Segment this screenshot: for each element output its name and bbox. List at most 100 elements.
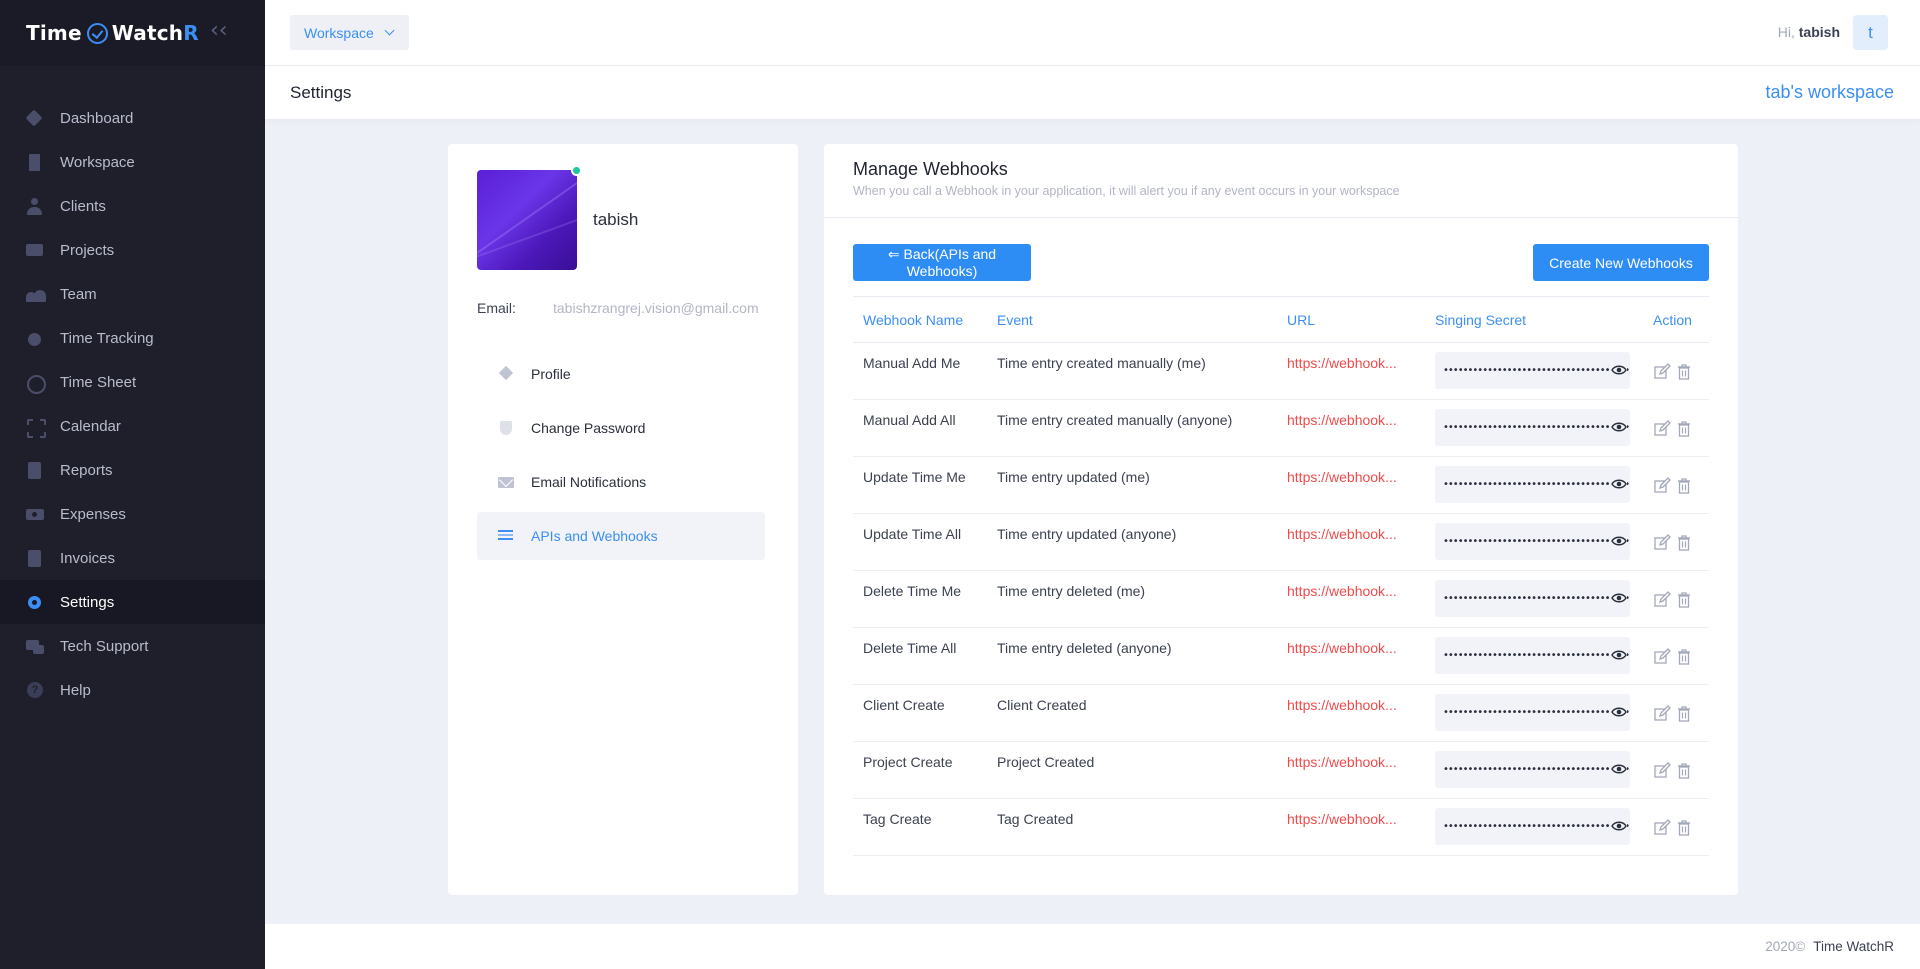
sidebar-item-settings[interactable]: Settings — [0, 580, 265, 624]
logo-clock-icon — [86, 22, 108, 44]
profile-avatar[interactable] — [477, 170, 577, 270]
edit-icon[interactable] — [1653, 648, 1671, 666]
column-header[interactable]: Webhook Name — [853, 296, 987, 343]
webhook-url[interactable]: https://webhook... — [1277, 513, 1425, 571]
webhook-event: Project Created — [987, 741, 1277, 799]
sidebar-item-tech-support[interactable]: Tech Support — [0, 624, 265, 668]
sidebar-item-label: Help — [60, 681, 91, 699]
calendar-icon — [26, 418, 46, 438]
menu-item-label: Email Notifications — [531, 474, 647, 490]
eye-icon[interactable] — [1611, 364, 1627, 376]
trash-icon[interactable] — [1675, 363, 1693, 381]
trash-icon[interactable] — [1675, 534, 1693, 552]
edit-icon[interactable] — [1653, 363, 1671, 381]
settings-menu-email-notifications[interactable]: Email Notifications — [477, 458, 765, 506]
edit-icon[interactable] — [1653, 420, 1671, 438]
collapse-sidebar-icon[interactable]: ‹‹ — [210, 20, 232, 44]
webhook-actions — [1643, 798, 1709, 856]
webhook-event: Time entry created manually (anyone) — [987, 399, 1277, 457]
trash-icon[interactable] — [1675, 819, 1693, 837]
eye-icon[interactable] — [1611, 820, 1627, 832]
edit-icon[interactable] — [1653, 477, 1671, 495]
webhook-name: Delete Time All — [853, 627, 987, 685]
webhook-secret-cell: •••••••••••••••••••••••••••••••••••••••• — [1425, 570, 1643, 628]
back-button[interactable]: ⇐ Back(APIs and Webhooks) — [853, 244, 1031, 281]
sidebar-item-dashboard[interactable]: Dashboard — [0, 96, 265, 140]
create-webhook-button[interactable]: Create New Webhooks — [1533, 244, 1709, 281]
sidebar-item-label: Workspace — [60, 153, 135, 171]
app-logo[interactable]: Time Watch R — [26, 21, 199, 45]
column-header: Action — [1643, 296, 1709, 343]
settings-menu-change-password[interactable]: Change Password — [477, 404, 765, 452]
column-header[interactable]: URL — [1277, 296, 1425, 343]
sidebar-item-team[interactable]: Team — [0, 272, 265, 316]
sidebar-item-reports[interactable]: Reports — [0, 448, 265, 492]
table-row: Manual Add Me Time entry created manually… — [853, 342, 1709, 400]
eye-icon[interactable] — [1611, 649, 1627, 661]
greeting-username: tabish — [1798, 24, 1840, 40]
edit-icon[interactable] — [1653, 819, 1671, 837]
webhook-url[interactable]: https://webhook... — [1277, 342, 1425, 400]
webhook-url[interactable]: https://webhook... — [1277, 798, 1425, 856]
trash-icon[interactable] — [1675, 648, 1693, 666]
profile-name: tabish — [593, 210, 639, 229]
signing-secret-field[interactable]: •••••••••••••••••••••••••••••••••••••••• — [1435, 523, 1630, 560]
settings-menu-profile[interactable]: Profile — [477, 350, 765, 398]
menu-item-label: APIs and Webhooks — [531, 528, 658, 544]
user-greeting: Hi, tabish — [1778, 24, 1840, 40]
eye-icon[interactable] — [1611, 421, 1627, 433]
table-row: Client Create Client Created https://webho… — [853, 684, 1709, 742]
webhook-actions — [1643, 342, 1709, 400]
sidebar-item-invoices[interactable]: Invoices — [0, 536, 265, 580]
column-header[interactable]: Event — [987, 296, 1277, 343]
user-avatar[interactable]: t — [1853, 15, 1888, 50]
sidebar-item-time-sheet[interactable]: Time Sheet — [0, 360, 265, 404]
edit-icon[interactable] — [1653, 705, 1671, 723]
trash-icon[interactable] — [1675, 420, 1693, 438]
sidebar-item-calendar[interactable]: Calendar — [0, 404, 265, 448]
table-row: Tag Create Tag Created https://webhook... •… — [853, 798, 1709, 856]
webhooks-card: Manage Webhooks When you call a Webhook … — [824, 144, 1738, 895]
signing-secret-field[interactable]: •••••••••••••••••••••••••••••••••••••••• — [1435, 808, 1630, 845]
workspace-name-link[interactable]: tab's workspace — [1766, 82, 1895, 103]
webhook-secret-cell: •••••••••••••••••••••••••••••••••••••••• — [1425, 399, 1643, 457]
edit-icon[interactable] — [1653, 534, 1671, 552]
webhook-url[interactable]: https://webhook... — [1277, 570, 1425, 628]
eye-icon[interactable] — [1611, 478, 1627, 490]
signing-secret-field[interactable]: •••••••••••••••••••••••••••••••••••••••• — [1435, 580, 1630, 617]
webhook-actions — [1643, 399, 1709, 457]
signing-secret-field[interactable]: •••••••••••••••••••••••••••••••••••••••• — [1435, 751, 1630, 788]
sidebar-item-workspace[interactable]: Workspace — [0, 140, 265, 184]
signing-secret-field[interactable]: •••••••••••••••••••••••••••••••••••••••• — [1435, 466, 1630, 503]
eye-icon[interactable] — [1611, 706, 1627, 718]
eye-icon[interactable] — [1611, 592, 1627, 604]
workspace-dropdown[interactable]: Workspace — [290, 15, 409, 50]
webhook-url[interactable]: https://webhook... — [1277, 684, 1425, 742]
edit-icon[interactable] — [1653, 762, 1671, 780]
sidebar-item-clients[interactable]: Clients — [0, 184, 265, 228]
eye-icon[interactable] — [1611, 535, 1627, 547]
edit-icon[interactable] — [1653, 591, 1671, 609]
trash-icon[interactable] — [1675, 477, 1693, 495]
eye-icon[interactable] — [1611, 763, 1627, 775]
webhook-url[interactable]: https://webhook... — [1277, 456, 1425, 514]
secret-value: •••••••••••••••••••••••••••••••••••••••• — [1443, 593, 1630, 604]
webhook-url[interactable]: https://webhook... — [1277, 399, 1425, 457]
expenses-icon — [26, 506, 44, 523]
trash-icon[interactable] — [1675, 762, 1693, 780]
sidebar-item-projects[interactable]: Projects — [0, 228, 265, 272]
settings-menu-apis-webhooks[interactable]: APIs and Webhooks — [477, 512, 765, 560]
signing-secret-field[interactable]: •••••••••••••••••••••••••••••••••••••••• — [1435, 694, 1630, 731]
signing-secret-field[interactable]: •••••••••••••••••••••••••••••••••••••••• — [1435, 637, 1630, 674]
sidebar-item-expenses[interactable]: Expenses — [0, 492, 265, 536]
signing-secret-field[interactable]: •••••••••••••••••••••••••••••••••••••••• — [1435, 409, 1630, 446]
sidebar-item-time-tracking[interactable]: Time Tracking — [0, 316, 265, 360]
trash-icon[interactable] — [1675, 591, 1693, 609]
secret-value: •••••••••••••••••••••••••••••••••••••••• — [1443, 650, 1630, 661]
webhook-url[interactable]: https://webhook... — [1277, 627, 1425, 685]
trash-icon[interactable] — [1675, 705, 1693, 723]
webhook-url[interactable]: https://webhook... — [1277, 741, 1425, 799]
column-header[interactable]: Singing Secret — [1425, 296, 1643, 343]
signing-secret-field[interactable]: •••••••••••••••••••••••••••••••••••••••• — [1435, 352, 1630, 389]
sidebar-item-help[interactable]: Help — [0, 668, 265, 712]
